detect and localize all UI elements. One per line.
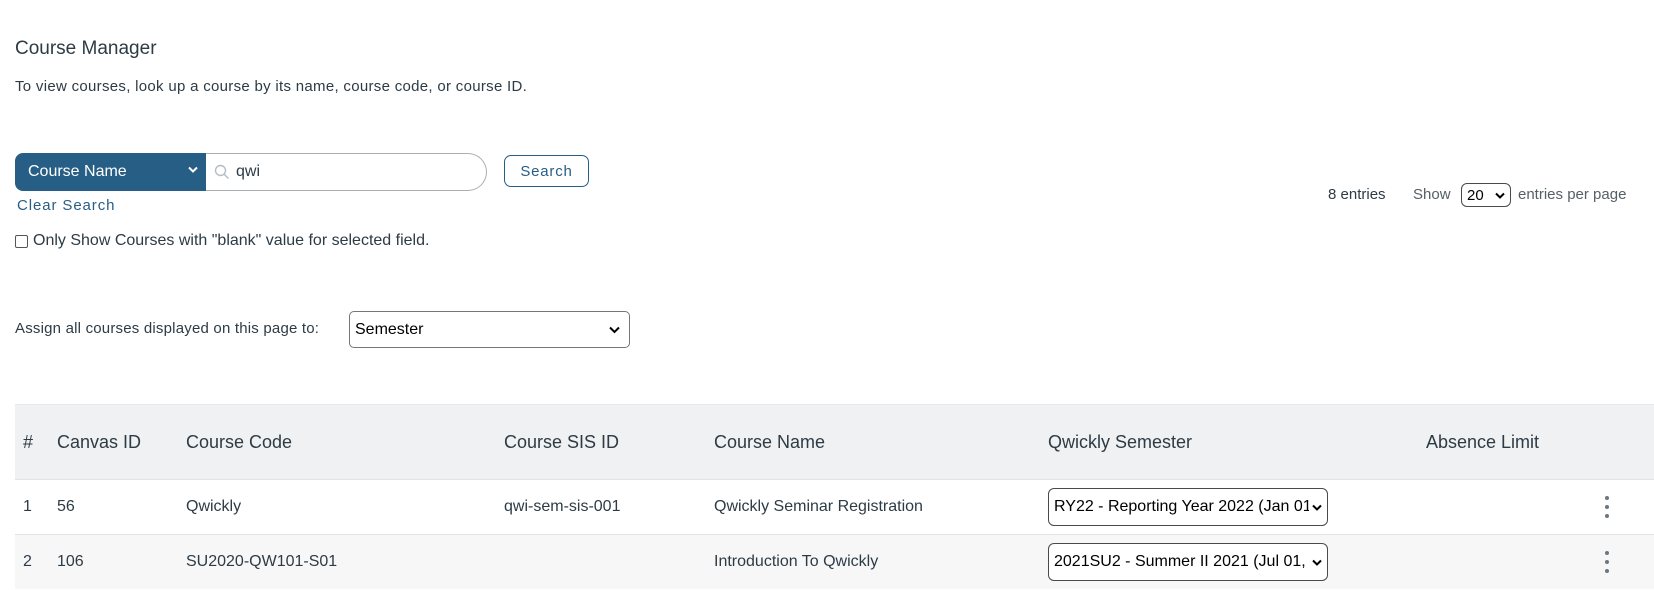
column-header-semester: Qwickly Semester <box>1048 432 1193 452</box>
table-row: 2 106 SU2020-QW101-S01 Introduction To Q… <box>15 534 1654 589</box>
more-vertical-icon[interactable] <box>1600 551 1614 573</box>
assign-semester-select[interactable]: Semester <box>349 311 630 348</box>
per-page-value: 20 <box>1467 186 1484 204</box>
row-sis-id: qwi-sem-sis-001 <box>504 498 621 515</box>
column-header-course-name: Course Name <box>714 432 826 452</box>
blank-only-label: Only Show Courses with "blank" value for… <box>33 232 430 249</box>
assign-label: Assign all courses displayed on this pag… <box>15 320 320 337</box>
chevron-down-icon <box>1310 504 1322 512</box>
per-page-label: entries per page <box>1518 186 1627 203</box>
show-label: Show <box>1413 186 1451 203</box>
column-header-sis-id: Course SIS ID <box>504 432 620 452</box>
column-header-canvas-id: Canvas ID <box>57 432 142 452</box>
chevron-down-icon <box>1495 192 1505 199</box>
search-field-value: Course Name <box>28 163 127 180</box>
row-semester-value: 2021SU2 - Summer II 2021 (Jul 01, 2021 -… <box>1054 553 1309 570</box>
page-description: To view courses, look up a course by its… <box>15 78 528 95</box>
per-page-select[interactable]: 20 <box>1461 183 1511 207</box>
row-semester-select[interactable]: 2021SU2 - Summer II 2021 (Jul 01, 2021 -… <box>1048 543 1328 581</box>
search-box <box>206 153 487 191</box>
chevron-down-icon <box>609 326 620 334</box>
column-header-absence-limit: Absence Limit <box>1426 432 1540 452</box>
chevron-down-icon <box>188 166 198 173</box>
blank-only-checkbox[interactable] <box>15 234 28 248</box>
page-title: Course Manager <box>15 38 157 59</box>
clear-search-link[interactable]: Clear Search <box>17 197 115 214</box>
search-button[interactable]: Search <box>504 155 589 187</box>
row-number: 1 <box>23 498 32 515</box>
courses-table: # Canvas ID Course Code Course SIS ID Co… <box>15 404 1654 589</box>
assign-select-value: Semester <box>355 320 424 338</box>
row-semester-value: RY22 - Reporting Year 2022 (Jan 01, 2022… <box>1054 498 1309 515</box>
row-course-name: Introduction To Qwickly <box>714 553 879 570</box>
row-canvas-id: 56 <box>57 498 75 515</box>
search-field-select[interactable]: Course Name <box>15 153 207 191</box>
column-header-number: # <box>23 432 34 452</box>
column-header-course-code: Course Code <box>186 432 293 452</box>
entries-count: 8 entries <box>1328 186 1386 203</box>
row-number: 2 <box>23 553 32 570</box>
chevron-down-icon <box>1310 559 1322 567</box>
table-row: 1 56 Qwickly qwi-sem-sis-001 Qwickly Sem… <box>15 479 1654 534</box>
search-icon <box>214 164 230 180</box>
row-course-name: Qwickly Seminar Registration <box>714 498 923 515</box>
row-course-code: Qwickly <box>186 498 242 515</box>
search-input[interactable] <box>236 163 466 181</box>
blank-filter: Only Show Courses with "blank" value for… <box>15 232 429 250</box>
row-semester-select[interactable]: RY22 - Reporting Year 2022 (Jan 01, 2022… <box>1048 488 1328 526</box>
row-canvas-id: 106 <box>57 553 84 570</box>
row-course-code: SU2020-QW101-S01 <box>186 553 338 570</box>
table-header: # Canvas ID Course Code Course SIS ID Co… <box>15 404 1654 479</box>
more-vertical-icon[interactable] <box>1600 496 1614 518</box>
